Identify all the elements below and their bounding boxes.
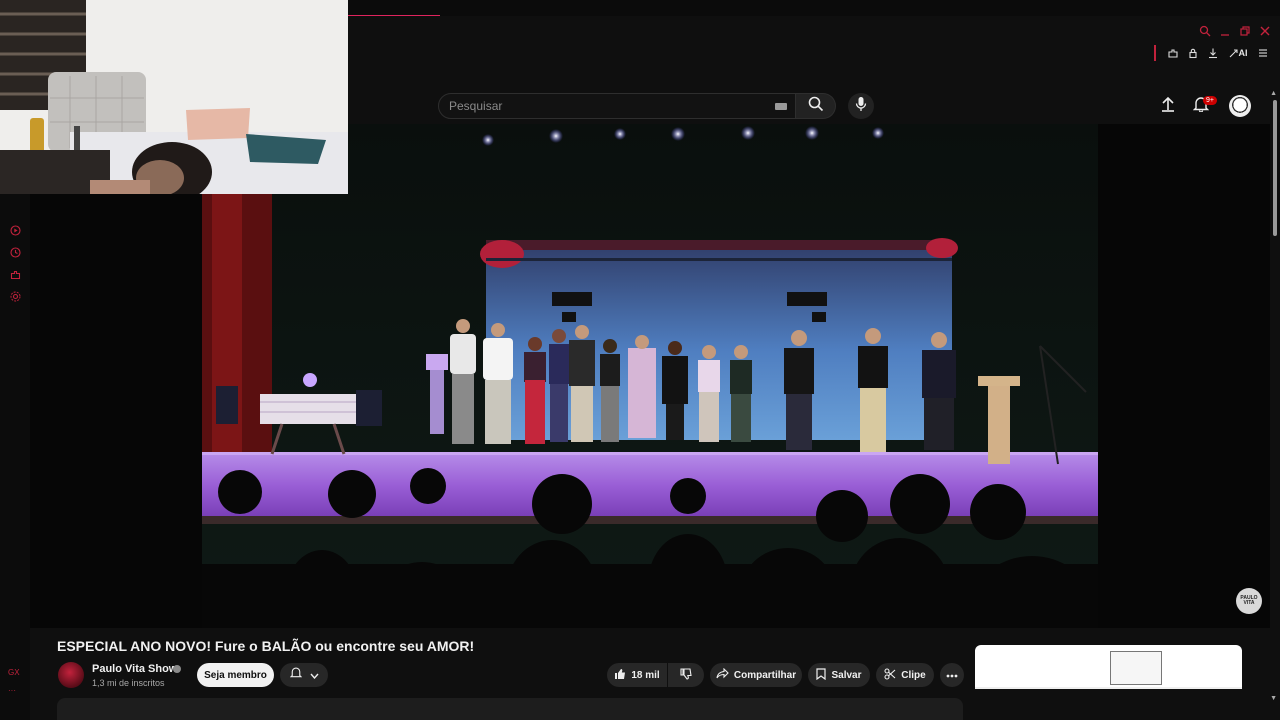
close-icon[interactable] (1258, 24, 1272, 38)
extension-bar: AI (1154, 44, 1270, 62)
voice-search-button[interactable] (848, 93, 874, 119)
play-circle-icon[interactable] (8, 223, 22, 237)
scroll-down-arrow[interactable]: ▼ (1270, 695, 1277, 702)
dislike-icon (680, 667, 692, 683)
subscribed-bell-button[interactable] (280, 663, 328, 687)
minimize-icon[interactable] (1218, 24, 1232, 38)
scrollbar-thumb[interactable] (1273, 100, 1277, 236)
extensions-sidebar-icon[interactable] (8, 267, 22, 281)
save-icon (816, 667, 827, 683)
search-box (438, 93, 796, 119)
ad-footer (975, 689, 1242, 720)
dislike-button[interactable] (668, 663, 704, 687)
share-button[interactable]: Compartilhar (710, 663, 802, 687)
video-title: ESPECIAL ANO NOVO! Fure o BALÃO ou encon… (57, 638, 475, 654)
youtube-header: 9+ (348, 88, 1268, 124)
like-count: 18 mil (631, 669, 660, 681)
more-actions-button[interactable] (940, 663, 964, 687)
channel-name[interactable]: Paulo Vita Show (92, 663, 177, 675)
channel-avatar[interactable] (58, 662, 84, 688)
more-icon (946, 670, 958, 681)
like-icon (614, 668, 626, 683)
gx-label[interactable]: GX (8, 668, 20, 677)
notification-badge: 9+ (1203, 96, 1217, 105)
sidebar-more-icon[interactable]: ··· (8, 686, 16, 695)
window-controls (1198, 22, 1272, 40)
scissors-icon (884, 667, 896, 683)
ai-label: AI (1238, 48, 1248, 58)
search-input[interactable] (439, 94, 739, 118)
divider (1154, 45, 1156, 61)
tab-indicator (348, 15, 440, 16)
keyboard-icon[interactable] (775, 103, 787, 110)
clip-label: Clipe (901, 669, 926, 681)
ai-icon[interactable]: AI (1226, 46, 1250, 60)
ad-card[interactable] (975, 645, 1242, 720)
save-label: Salvar (831, 669, 862, 681)
video-frame-stage (202, 124, 1098, 628)
save-button[interactable]: Salvar (808, 663, 870, 687)
extensions-icon[interactable] (1166, 46, 1180, 60)
watermark-text: PAULO VITA (1240, 595, 1258, 606)
chevron-down-icon (309, 666, 319, 684)
browser-sidebar: GX ··· (0, 194, 30, 720)
video-player[interactable]: PAULO VITA (30, 124, 1270, 628)
webcam-image (0, 0, 348, 194)
search-button[interactable] (796, 93, 836, 119)
verified-icon (173, 665, 181, 673)
avatar[interactable] (1229, 95, 1251, 117)
lock-icon[interactable] (1186, 46, 1200, 60)
clip-button[interactable]: Clipe (876, 663, 934, 687)
search-tabs-icon[interactable] (1198, 24, 1212, 38)
settings-icon[interactable] (8, 289, 22, 303)
bell-icon (289, 666, 302, 684)
webcam-overlay (0, 0, 348, 194)
menu-icon[interactable] (1256, 46, 1270, 60)
subscriber-count: 1,3 mi de inscritos (92, 678, 165, 688)
description-box[interactable] (57, 698, 963, 720)
share-icon (716, 667, 729, 682)
mic-icon (855, 96, 867, 117)
search-icon (808, 96, 824, 117)
ad-preview-image (1110, 651, 1162, 685)
scroll-up-arrow[interactable]: ▲ (1270, 90, 1277, 97)
channel-watermark[interactable]: PAULO VITA (1236, 588, 1262, 614)
share-label: Compartilhar (733, 669, 797, 681)
join-button[interactable]: Seja membro (197, 663, 274, 687)
upload-button[interactable] (1158, 96, 1178, 116)
history-icon[interactable] (8, 245, 22, 259)
like-button[interactable]: 18 mil (607, 663, 667, 687)
restore-icon[interactable] (1238, 24, 1252, 38)
download-icon[interactable] (1206, 46, 1220, 60)
upload-icon (1161, 96, 1175, 117)
